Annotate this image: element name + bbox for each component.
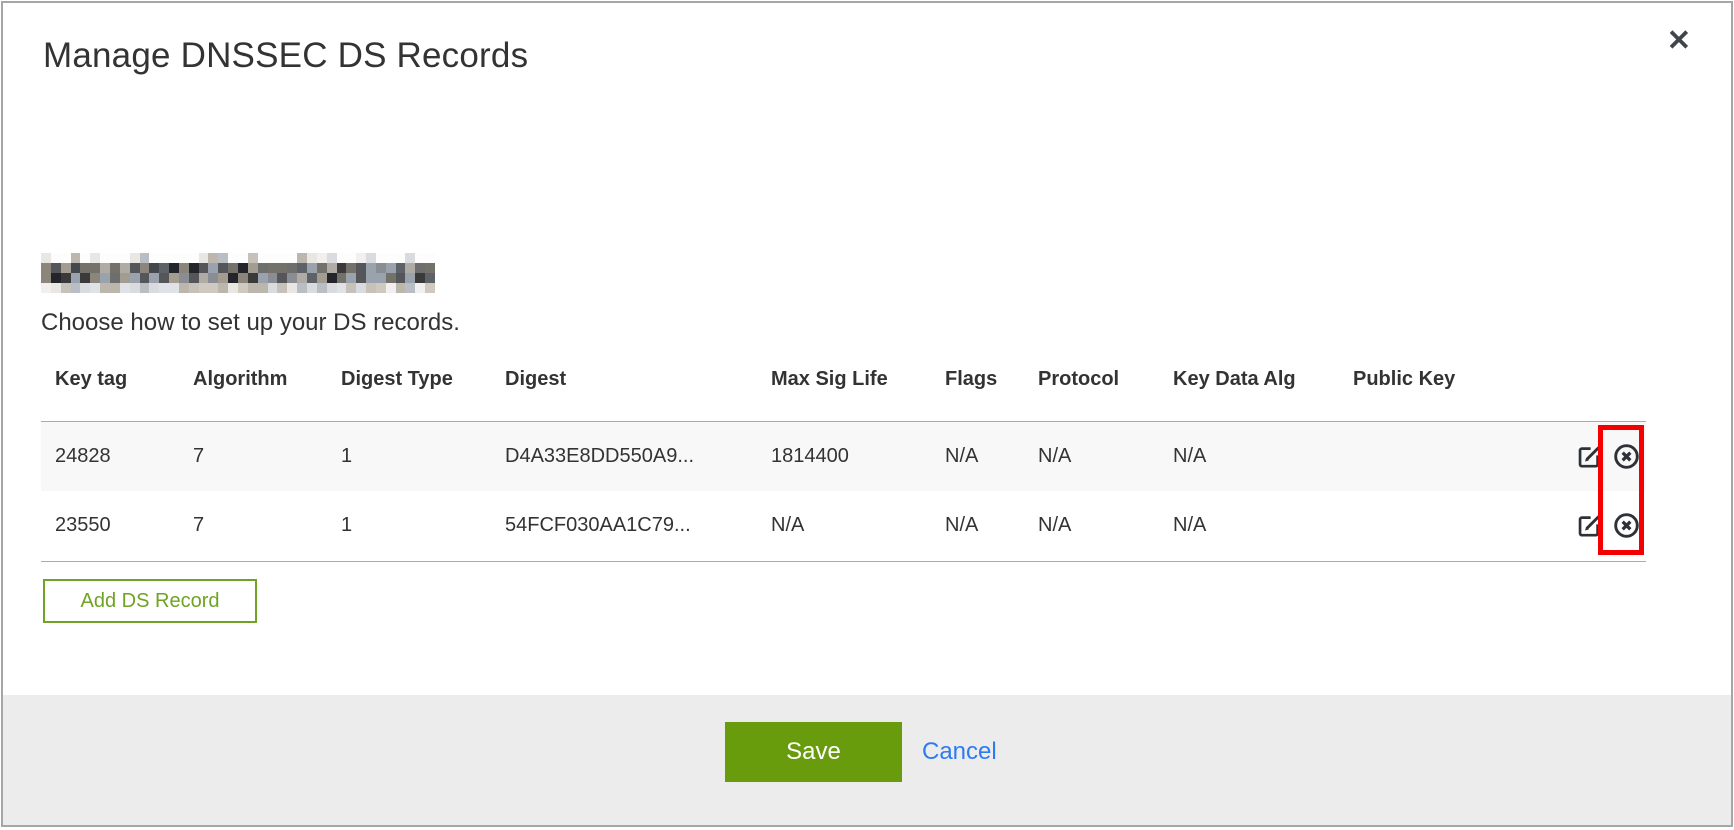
cell-max-sig-life: 1814400: [757, 421, 931, 491]
header-actions: [1566, 339, 1646, 421]
cell-protocol: N/A: [1024, 491, 1159, 561]
cell-digest: 54FCF030AA1C79...: [491, 491, 757, 561]
header-key-tag: Key tag: [41, 339, 179, 421]
redacted-domain-name: [41, 253, 435, 293]
table-header-row: Key tag Algorithm Digest Type Digest Max…: [41, 339, 1646, 421]
save-button[interactable]: Save: [725, 722, 902, 782]
edit-icon[interactable]: [1576, 512, 1603, 539]
header-protocol: Protocol: [1024, 339, 1159, 421]
header-flags: Flags: [931, 339, 1024, 421]
cell-algorithm: 7: [179, 421, 327, 491]
table-row: 24828 7 1 D4A33E8DD550A9... 1814400 N/A …: [41, 421, 1646, 491]
header-digest-type: Digest Type: [327, 339, 491, 421]
ds-records-table: Key tag Algorithm Digest Type Digest Max…: [41, 339, 1646, 562]
header-algorithm: Algorithm: [179, 339, 327, 421]
cell-digest: D4A33E8DD550A9...: [491, 421, 757, 491]
cell-key-tag: 24828: [41, 421, 179, 491]
delete-icon[interactable]: [1613, 512, 1640, 539]
cell-key-tag: 23550: [41, 491, 179, 561]
edit-icon[interactable]: [1576, 443, 1603, 470]
cell-key-data-alg: N/A: [1159, 491, 1339, 561]
delete-icon[interactable]: [1613, 443, 1640, 470]
cell-digest-type: 1: [327, 421, 491, 491]
cell-digest-type: 1: [327, 491, 491, 561]
cell-max-sig-life: N/A: [757, 491, 931, 561]
modal-title: Manage DNSSEC DS Records: [43, 36, 528, 76]
header-max-sig-life: Max Sig Life: [757, 339, 931, 421]
cell-flags: N/A: [931, 421, 1024, 491]
row-actions: [1566, 421, 1646, 491]
manage-dnssec-modal: Manage DNSSEC DS Records ✕ Choose how to…: [1, 1, 1733, 827]
setup-instruction-text: Choose how to set up your DS records.: [41, 309, 460, 337]
cell-public-key: [1339, 421, 1566, 491]
modal-footer: Save Cancel: [3, 695, 1731, 825]
add-ds-record-button[interactable]: Add DS Record: [43, 579, 257, 623]
cell-algorithm: 7: [179, 491, 327, 561]
cell-key-data-alg: N/A: [1159, 421, 1339, 491]
row-actions: [1566, 491, 1646, 561]
cancel-link[interactable]: Cancel: [922, 722, 997, 782]
cell-protocol: N/A: [1024, 421, 1159, 491]
cell-public-key: [1339, 491, 1566, 561]
cell-flags: N/A: [931, 491, 1024, 561]
header-key-data-alg: Key Data Alg: [1159, 339, 1339, 421]
header-public-key: Public Key: [1339, 339, 1566, 421]
header-digest: Digest: [491, 339, 757, 421]
close-icon[interactable]: ✕: [1667, 27, 1691, 56]
table-row: 23550 7 1 54FCF030AA1C79... N/A N/A N/A …: [41, 491, 1646, 561]
